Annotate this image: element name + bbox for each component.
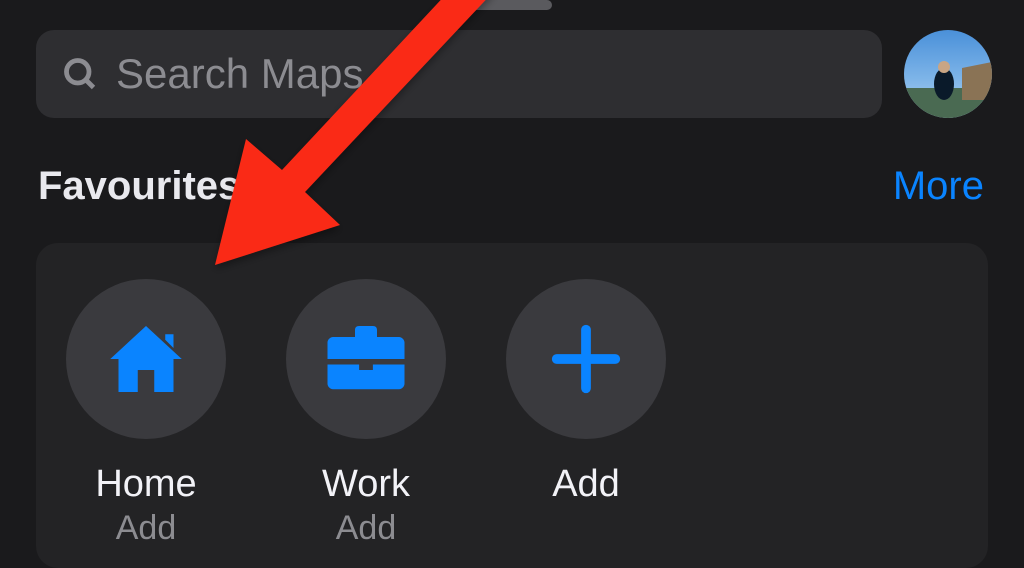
favourite-work-sublabel: Add: [336, 509, 397, 548]
favourite-work[interactable]: Work Add: [282, 279, 450, 548]
favourite-add-circle: [506, 279, 666, 439]
favourite-add[interactable]: Add: [502, 279, 670, 548]
favourite-work-label: Work: [322, 463, 410, 507]
search-placeholder: Search Maps: [116, 50, 363, 98]
avatar-image: [904, 30, 992, 118]
favourite-home-circle: [66, 279, 226, 439]
favourite-home[interactable]: Home Add: [62, 279, 230, 548]
favourite-home-sublabel: Add: [116, 509, 177, 548]
briefcase-icon: [322, 315, 410, 403]
favourites-header: Favourites More: [0, 118, 1024, 209]
favourite-add-label: Add: [552, 463, 620, 507]
search-row: Search Maps: [0, 0, 1024, 118]
more-link[interactable]: More: [893, 164, 984, 209]
sheet-drag-handle[interactable]: [472, 0, 552, 10]
favourite-home-label: Home: [95, 463, 196, 507]
favourites-title: Favourites: [38, 164, 240, 209]
home-icon: [102, 315, 190, 403]
search-input[interactable]: Search Maps: [36, 30, 882, 118]
search-icon: [62, 56, 98, 92]
profile-avatar[interactable]: [904, 30, 992, 118]
favourite-work-circle: [286, 279, 446, 439]
plus-icon: [547, 320, 625, 398]
favourites-panel: Home Add Work Add Add: [36, 243, 988, 568]
